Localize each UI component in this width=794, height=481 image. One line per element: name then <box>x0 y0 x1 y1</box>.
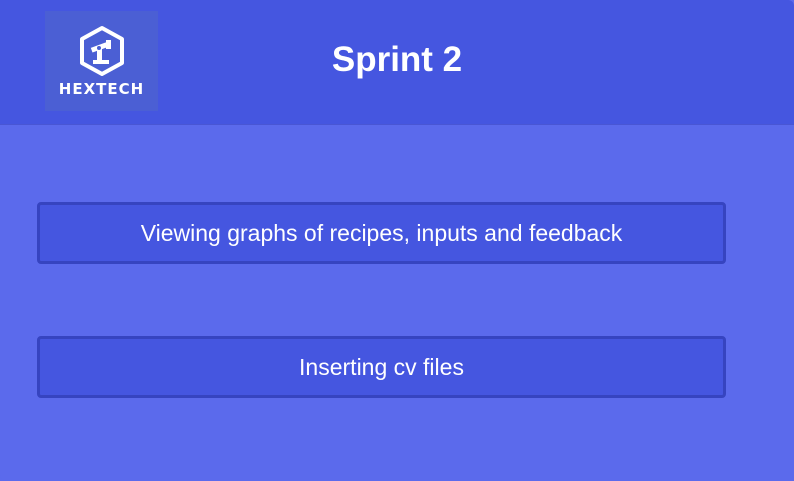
app-window: HEXTECH Sprint 2 Viewing graphs of recip… <box>0 0 794 481</box>
header-bar: HEXTECH Sprint 2 <box>0 0 794 124</box>
view-graphs-button[interactable]: Viewing graphs of recipes, inputs and fe… <box>37 202 726 264</box>
page-title: Sprint 2 <box>331 40 463 79</box>
logo-text: HEXTECH <box>58 80 145 98</box>
insert-cv-files-button[interactable]: Inserting cv files <box>37 336 726 398</box>
